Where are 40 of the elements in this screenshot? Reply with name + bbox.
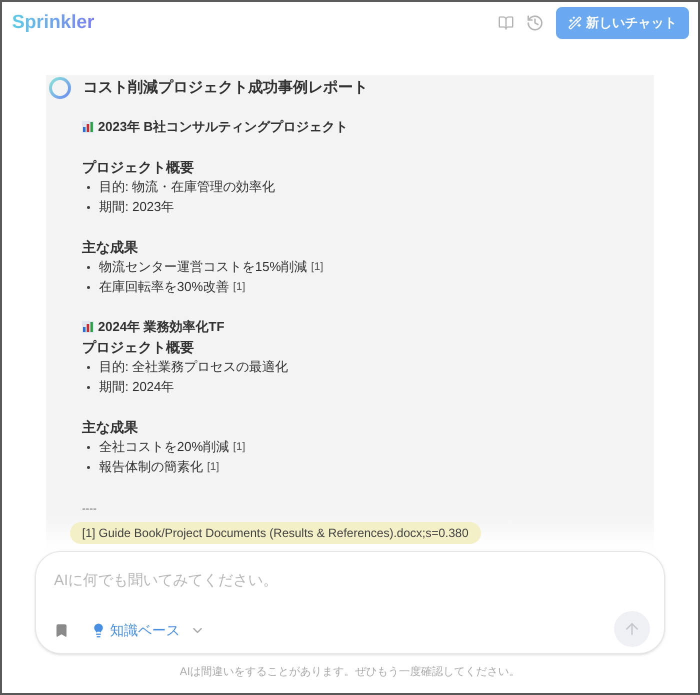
history-icon[interactable] [526, 14, 544, 32]
citation-reference: [1] Guide Book/Project Documents (Results & References).docx;s=0.380 [70, 522, 481, 544]
bullet-icon [87, 186, 90, 188]
list-item: 報告体制の簡素化 [99, 458, 203, 476]
bookmark-icon[interactable] [54, 622, 69, 638]
disclaimer-text: AIは間違いをすることがあります。ぜひもう一度確認してください。 [180, 664, 520, 680]
project-heading: 2024年 業務効率化TF [98, 318, 224, 336]
citation-link[interactable]: [1] [233, 438, 246, 456]
lightbulb-icon [91, 622, 106, 638]
list-item: 目的: 全社業務プロセスの最適化 [99, 358, 288, 376]
bullet-icon [87, 466, 90, 468]
bullet-icon [87, 206, 90, 208]
section-heading: プロジェクト概要 [82, 338, 194, 356]
citation-link[interactable]: [1] [233, 278, 246, 296]
bullet-icon [87, 446, 90, 448]
bullet-icon [87, 386, 90, 388]
loading-spinner-icon [48, 76, 72, 100]
section-heading: 主な成果 [82, 238, 138, 257]
bar-chart-icon [82, 121, 94, 133]
bar-chart-icon [82, 321, 94, 333]
bullet-icon [87, 366, 90, 368]
list-item: 期間: 2023年 [99, 198, 174, 216]
section-heading: 主な成果 [82, 418, 138, 437]
citation-link[interactable]: [1] [207, 458, 220, 476]
send-button[interactable] [614, 611, 650, 647]
list-item: 目的: 物流・在庫管理の効率化 [99, 178, 276, 196]
divider-text: ---- [82, 502, 97, 517]
magic-wand-icon [568, 16, 582, 30]
bullet-icon [87, 266, 90, 268]
section-heading: プロジェクト概要 [82, 158, 194, 176]
list-item: 全社コストを20%削減 [99, 438, 230, 456]
citation-link[interactable]: [1] [311, 258, 324, 276]
list-item: 期間: 2024年 [99, 378, 174, 396]
book-icon[interactable] [498, 15, 514, 31]
bullet-icon [87, 286, 90, 288]
message-title: コスト削減プロジェクト成功事例レポート [83, 78, 368, 98]
list-item: 物流センター運営コストを15%削減 [99, 258, 308, 276]
prompt-field[interactable]: AIに何でも聞いてみてください。 [54, 570, 646, 592]
project-heading: 2023年 B社コンサルティングプロジェクト [98, 118, 348, 136]
list-item: 在庫回転率を30%改善 [99, 278, 230, 296]
